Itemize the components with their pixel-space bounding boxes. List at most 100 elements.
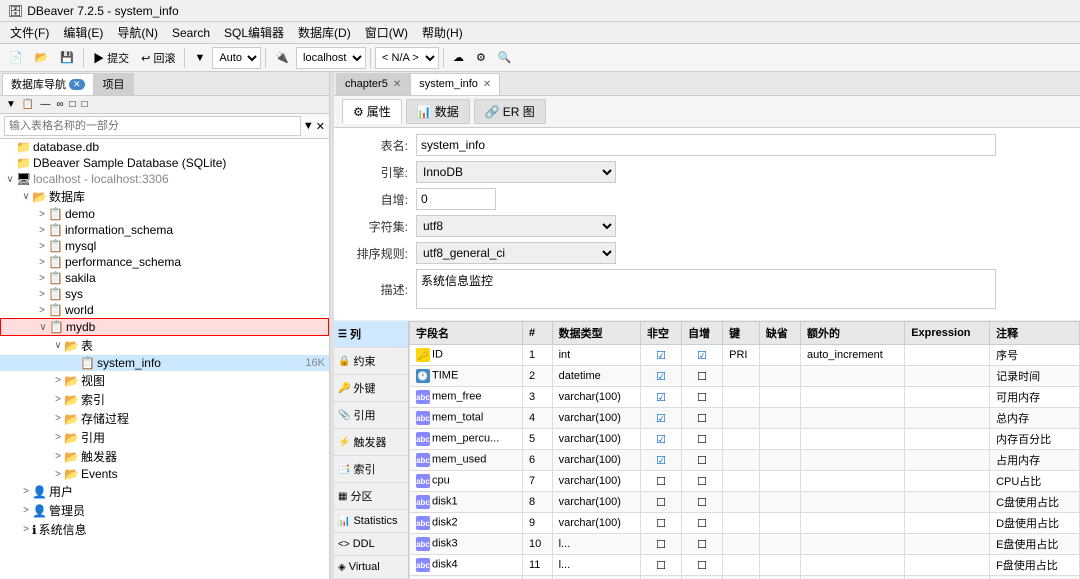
autoinc-input[interactable]: [416, 188, 496, 210]
tree-arrow[interactable]: >: [20, 505, 32, 516]
col-header[interactable]: 注释: [990, 322, 1080, 345]
left-toolbar-btn3[interactable]: —: [38, 98, 52, 111]
side-nav-item-触发器[interactable]: ⚡触发器: [334, 429, 408, 456]
col-notnull[interactable]: ☐: [641, 513, 682, 534]
tree-item[interactable]: >📋sakila: [0, 270, 329, 286]
data-table-container[interactable]: 字段名#数据类型非空自增键缺省额外的Expression注释 🔑ID1int☑☑…: [409, 321, 1080, 579]
tree-arrow[interactable]: >: [52, 451, 64, 462]
tree-item[interactable]: >📂触发器: [0, 447, 329, 466]
tab-projects[interactable]: 项目: [94, 73, 134, 95]
side-nav-item-外键[interactable]: 🔑外键: [334, 375, 408, 402]
left-toolbar-btn6[interactable]: □: [80, 98, 90, 111]
charset-select[interactable]: utf8: [416, 215, 616, 237]
col-header[interactable]: Expression: [905, 322, 990, 345]
tree-arrow[interactable]: >: [36, 273, 48, 284]
table-row[interactable]: abcdisk310l...☐☐E盘使用占比: [410, 534, 1080, 555]
col-autoinc[interactable]: ☐: [682, 555, 723, 576]
col-autoinc[interactable]: ☐: [682, 534, 723, 555]
col-notnull[interactable]: ☐: [641, 534, 682, 555]
toolbar-save[interactable]: 💾: [55, 48, 79, 67]
tree-arrow[interactable]: >: [20, 524, 32, 535]
tree-arrow[interactable]: >: [36, 305, 48, 316]
engine-select[interactable]: InnoDB: [416, 161, 616, 183]
collation-select[interactable]: utf8_general_ci: [416, 242, 616, 264]
left-toolbar-btn4[interactable]: ∞: [54, 98, 65, 111]
table-row[interactable]: 🔑ID1int☑☑PRIauto_increment序号: [410, 345, 1080, 366]
table-row[interactable]: abcmem_used6varchar(100)☑☐占用内存: [410, 450, 1080, 471]
toolbar-auto-select[interactable]: Auto: [212, 47, 261, 69]
table-row[interactable]: abcdisk512l...☐☐G盘使用占比: [410, 576, 1080, 579]
tree-arrow[interactable]: >: [20, 486, 32, 497]
side-nav-item-引用[interactable]: 📎引用: [334, 402, 408, 429]
tree-item[interactable]: >📂视图: [0, 371, 329, 390]
col-notnull[interactable]: ☐: [641, 576, 682, 579]
tree-item[interactable]: ∨🖥localhost - localhost:3306: [0, 171, 329, 187]
tree-arrow[interactable]: >: [52, 394, 64, 405]
table-row[interactable]: 🕐TIME2datetime☑☐记录时间: [410, 366, 1080, 387]
col-notnull[interactable]: ☑: [641, 450, 682, 471]
table-row[interactable]: abcmem_total4varchar(100)☑☐总内存: [410, 408, 1080, 429]
tree-item[interactable]: 📁database.db: [0, 139, 329, 155]
tree-arrow[interactable]: ∨: [37, 322, 49, 333]
col-header[interactable]: #: [522, 322, 552, 345]
filter-btn[interactable]: ▼: [303, 120, 314, 132]
toolbar-search-btn[interactable]: 🔍: [493, 48, 517, 67]
col-autoinc[interactable]: ☐: [682, 576, 723, 579]
side-nav-item-列[interactable]: ☰列: [334, 321, 408, 348]
col-header[interactable]: 数据类型: [552, 322, 640, 345]
tree-arrow[interactable]: >: [52, 469, 64, 480]
table-row[interactable]: abcdisk411l...☐☐F盘使用占比: [410, 555, 1080, 576]
toolbar-host-select[interactable]: localhost: [296, 47, 366, 69]
tree-item[interactable]: 📁DBeaver Sample Database (SQLite): [0, 155, 329, 171]
tree-item[interactable]: ∨📂数据库: [0, 187, 329, 206]
col-autoinc[interactable]: ☐: [682, 471, 723, 492]
menu-help[interactable]: 帮助(H): [416, 22, 469, 43]
col-notnull[interactable]: ☑: [641, 387, 682, 408]
toolbar-rollback[interactable]: ↩ 回滚: [136, 47, 180, 69]
tree-arrow[interactable]: >: [52, 375, 64, 386]
menu-search[interactable]: Search: [166, 24, 216, 42]
col-notnull[interactable]: ☐: [641, 555, 682, 576]
tree-item[interactable]: ∨📋mydb: [0, 318, 329, 336]
toolbar-host[interactable]: 🔌: [270, 48, 294, 67]
tree-item[interactable]: >📋performance_schema: [0, 254, 329, 270]
tree-item[interactable]: >📋demo: [0, 206, 329, 222]
menu-sql[interactable]: SQL编辑器: [218, 22, 290, 43]
col-autoinc[interactable]: ☑: [682, 345, 723, 366]
col-autoinc[interactable]: ☐: [682, 450, 723, 471]
left-toolbar-btn5[interactable]: □: [68, 98, 78, 111]
table-row[interactable]: abcmem_percu...5varchar(100)☑☐内存百分比: [410, 429, 1080, 450]
table-name-input[interactable]: [416, 134, 996, 156]
desc-textarea[interactable]: [416, 269, 996, 309]
tree-item[interactable]: >👤用户: [0, 482, 329, 501]
col-autoinc[interactable]: ☐: [682, 387, 723, 408]
tree-item[interactable]: >📋sys: [0, 286, 329, 302]
tab-system-info[interactable]: system_info ✕: [410, 73, 500, 95]
side-nav-item-virtual[interactable]: ◈Virtual: [334, 556, 408, 579]
side-nav-item-ddl[interactable]: <>DDL: [334, 533, 408, 556]
tree-arrow[interactable]: >: [36, 225, 48, 236]
sub-tab-er[interactable]: 🔗 ER 图: [474, 99, 546, 124]
col-autoinc[interactable]: ☐: [682, 513, 723, 534]
col-notnull[interactable]: ☑: [641, 408, 682, 429]
col-header[interactable]: 非空: [641, 322, 682, 345]
tab-chapter5-close[interactable]: ✕: [393, 79, 401, 90]
tree-arrow[interactable]: >: [36, 289, 48, 300]
tree-arrow[interactable]: ∨: [20, 191, 32, 202]
tree-item[interactable]: >📂索引: [0, 390, 329, 409]
tree-item[interactable]: >📋world: [0, 302, 329, 318]
tab-db-navigator[interactable]: 数据库导航 ✕: [2, 73, 94, 95]
tree-arrow[interactable]: >: [36, 209, 48, 220]
tab-chapter5[interactable]: chapter5 ✕: [336, 73, 410, 95]
tree-arrow[interactable]: >: [52, 413, 64, 424]
left-toolbar-btn2[interactable]: 📋: [20, 98, 36, 111]
menu-nav[interactable]: 导航(N): [111, 22, 164, 43]
toolbar-na-select[interactable]: < N/A >: [375, 47, 439, 69]
side-nav-item-索引[interactable]: 📑索引: [334, 456, 408, 483]
tree-item[interactable]: >ℹ系统信息: [0, 520, 329, 539]
table-row[interactable]: abcdisk29varchar(100)☐☐D盘使用占比: [410, 513, 1080, 534]
tree-arrow[interactable]: ∨: [4, 174, 16, 185]
col-notnull[interactable]: ☑: [641, 429, 682, 450]
col-autoinc[interactable]: ☐: [682, 492, 723, 513]
tree-arrow[interactable]: >: [36, 257, 48, 268]
